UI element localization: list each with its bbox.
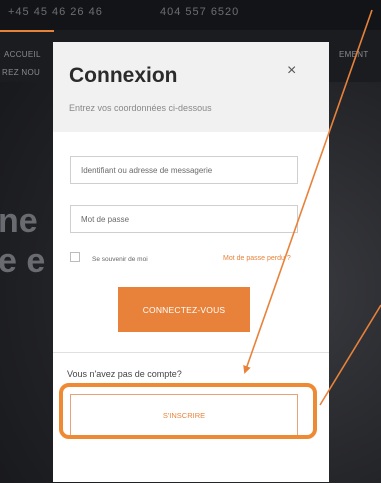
modal-header: Connexion Entrez vos coordonnées ci-dess… [53, 42, 329, 132]
forgot-password-link[interactable]: Mot de passe perdu ? [223, 255, 291, 262]
login-button[interactable]: CONNECTEZ-VOUS [118, 287, 250, 332]
remember-me-checkbox[interactable] [70, 252, 80, 262]
modal-divider [53, 352, 329, 353]
nav-item-rez-nous[interactable]: REZ NOU [2, 68, 40, 77]
close-icon[interactable]: × [287, 63, 296, 79]
nav-item-accueil[interactable]: ACCUEIL [4, 50, 41, 59]
password-field[interactable] [70, 205, 298, 233]
nav-item-right[interactable]: EMENT [339, 50, 369, 59]
username-field[interactable] [70, 156, 298, 184]
remember-me-label: Se souvenir de moi [92, 256, 148, 263]
no-account-text: Vous n'avez pas de compte? [67, 369, 182, 379]
top-contact-bar: +45 45 46 26 46 404 557 6520 [0, 0, 381, 30]
nav-active-indicator [0, 30, 54, 32]
hero-text-line-1: ne [0, 202, 38, 240]
modal-subtitle: Entrez vos coordonnées ci-dessous [69, 103, 212, 113]
hero-text-line-2: e e [0, 242, 46, 280]
signup-highlight-frame [59, 383, 317, 439]
modal-title: Connexion [69, 64, 178, 87]
phone-number-1: +45 45 46 26 46 [8, 6, 103, 18]
phone-number-2: 404 557 6520 [160, 6, 240, 18]
